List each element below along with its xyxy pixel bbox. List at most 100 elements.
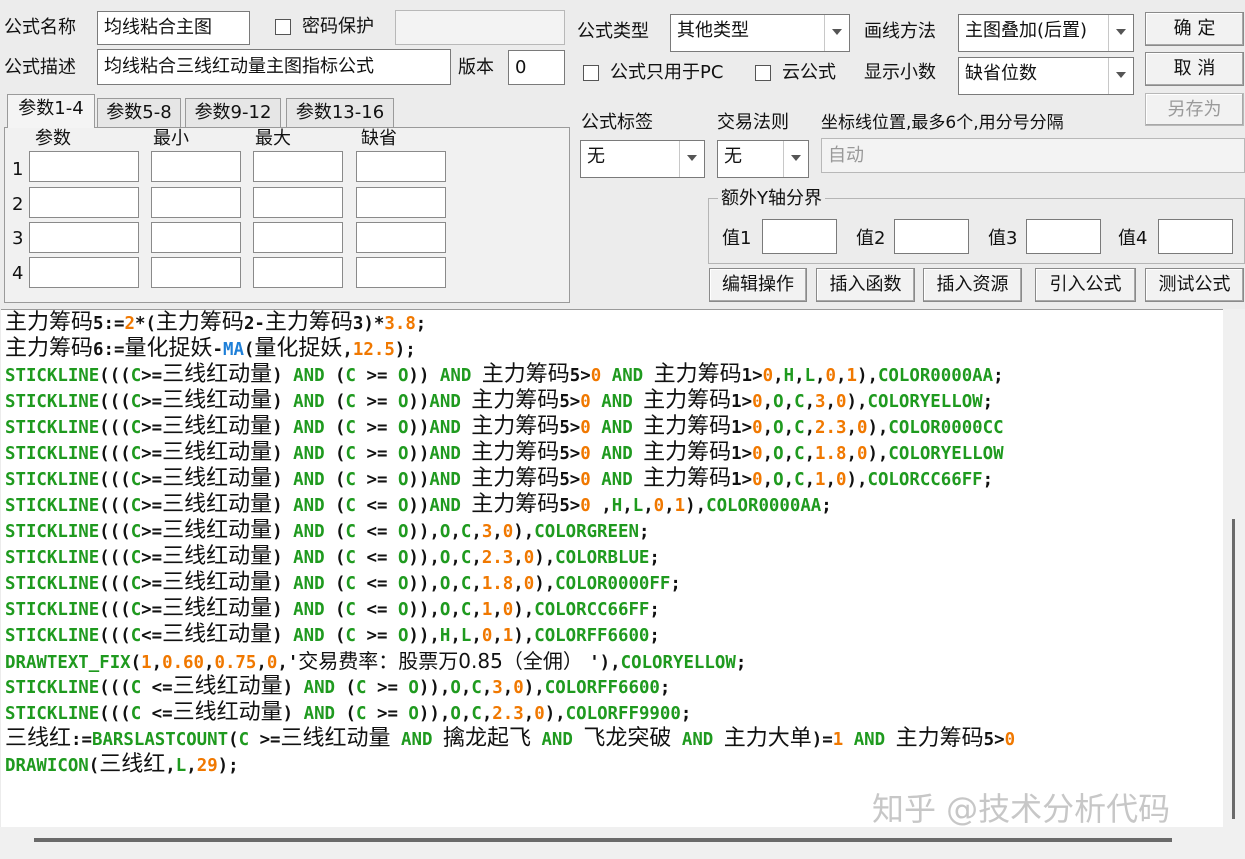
yaxis-value4-input[interactable]: [1158, 219, 1233, 254]
cloud-formula-label: 云公式: [782, 62, 836, 83]
code-line[interactable]: STICKLINE(((C>=三线红动量) AND (C >= O)) AND …: [5, 362, 1004, 388]
insert-resource-button[interactable]: 插入资源: [923, 268, 1022, 302]
yaxis-value1-input[interactable]: [762, 219, 837, 254]
param-max-input[interactable]: [253, 222, 343, 253]
param-default-input[interactable]: [356, 187, 446, 218]
decimals-value: 缺省位数: [965, 63, 1037, 84]
code-line[interactable]: STICKLINE(((C <=三线红动量) AND (C >= O)),O,C…: [5, 674, 670, 700]
code-line[interactable]: STICKLINE(((C>=三线红动量) AND (C >= O))AND 主…: [5, 466, 993, 492]
version-label: 版本: [458, 57, 494, 78]
draw-method-label: 画线方法: [864, 21, 936, 42]
formula-desc-label: 公式描述: [4, 57, 76, 78]
formula-tag-select[interactable]: 无: [580, 140, 705, 178]
insert-function-button[interactable]: 插入函数: [816, 268, 915, 302]
cancel-button[interactable]: 取 消: [1145, 52, 1244, 86]
pc-only-checkbox[interactable]: [583, 65, 599, 81]
param-header-max: 最大: [255, 128, 291, 149]
tab-params-9-12[interactable]: 参数9-12: [185, 98, 281, 128]
code-line[interactable]: STICKLINE(((C>=三线红动量) AND (C <= O)),O,C,…: [5, 544, 660, 570]
param-header-name: 参数: [35, 128, 71, 149]
decimals-select[interactable]: 缺省位数: [958, 57, 1134, 95]
chevron-down-icon[interactable]: [783, 141, 808, 177]
code-line[interactable]: STICKLINE(((C>=三线红动量) AND (C <= O))AND 主…: [5, 492, 832, 518]
param-name-input[interactable]: [29, 187, 139, 218]
chevron-down-icon[interactable]: [1108, 58, 1133, 94]
extra-yaxis-group-label: 额外Y轴分界: [718, 188, 825, 210]
code-line[interactable]: STICKLINE(((C>=三线红动量) AND (C <= O)),O,C,…: [5, 518, 649, 544]
formula-type-label: 公式类型: [577, 21, 649, 42]
formula-tag-value: 无: [587, 146, 605, 167]
code-line[interactable]: 主力筹码6:=量化捉妖-MA(量化捉妖,12.5);: [5, 336, 416, 362]
formula-name-input[interactable]: 均线粘合主图: [97, 11, 250, 45]
test-formula-button[interactable]: 测试公式: [1145, 268, 1244, 302]
save-as-button[interactable]: 另存为: [1145, 93, 1244, 126]
scrollbar-thumb[interactable]: [1232, 519, 1235, 819]
axis-position-label: 坐标线位置,最多6个,用分号分隔: [821, 113, 1064, 133]
password-protect-checkbox[interactable]: [275, 19, 291, 35]
code-line[interactable]: STICKLINE(((C>=三线红动量) AND (C <= O)),O,C,…: [5, 596, 660, 622]
yaxis-value3-input[interactable]: [1026, 219, 1101, 254]
param-row-number: 4: [12, 263, 24, 284]
code-line[interactable]: STICKLINE(((C <=三线红动量) AND (C >= O)),O,C…: [5, 700, 691, 726]
param-min-input[interactable]: [151, 187, 241, 218]
vertical-scrollbar[interactable]: [1223, 309, 1245, 827]
yaxis-value3-label: 值3: [988, 228, 1018, 249]
yaxis-value1-label: 值1: [722, 228, 752, 249]
param-row-number: 1: [12, 159, 24, 180]
tab-params-1-4[interactable]: 参数1-4: [7, 94, 95, 128]
chevron-down-icon[interactable]: [679, 141, 704, 177]
param-min-input[interactable]: [151, 257, 241, 288]
param-name-input[interactable]: [29, 257, 139, 288]
param-row-number: 3: [12, 228, 24, 249]
pc-only-label: 公式只用于PC: [610, 62, 724, 83]
formula-desc-input[interactable]: 均线粘合三线红动量主图指标公式: [97, 49, 451, 85]
decimals-label: 显示小数: [864, 62, 936, 83]
code-line[interactable]: 主力筹码5:=2*(主力筹码2-主力筹码3)*3.8;: [5, 310, 426, 336]
code-line[interactable]: STICKLINE(((C>=三线红动量) AND (C <= O)),O,C,…: [5, 570, 681, 596]
param-default-input[interactable]: [356, 257, 446, 288]
code-line[interactable]: 三线红:=BARSLASTCOUNT(C >=三线红动量 AND 擒龙起飞 AN…: [5, 726, 1015, 752]
param-max-input[interactable]: [253, 151, 343, 182]
code-line[interactable]: DRAWICON(三线红,L,29);: [5, 752, 239, 778]
axis-position-input[interactable]: 自动: [821, 138, 1245, 173]
yaxis-value2-input[interactable]: [894, 219, 969, 254]
param-header-default: 缺省: [361, 128, 397, 149]
trade-rule-select[interactable]: 无: [717, 140, 809, 178]
formula-tag-label: 公式标签: [581, 112, 653, 133]
draw-method-select[interactable]: 主图叠加(后置): [958, 14, 1134, 52]
code-line[interactable]: STICKLINE(((C<=三线红动量) AND (C >= O)),H,L,…: [5, 622, 660, 648]
param-row-number: 2: [12, 194, 24, 215]
ok-button[interactable]: 确 定: [1145, 12, 1244, 46]
param-min-input[interactable]: [151, 151, 241, 182]
chevron-down-icon[interactable]: [824, 15, 849, 51]
code-line[interactable]: DRAWTEXT_FIX(1,0.60,0.75,0,'交易费率：股票万0.85…: [5, 648, 746, 674]
param-default-input[interactable]: [356, 151, 446, 182]
trade-rule-value: 无: [724, 146, 742, 167]
param-default-input[interactable]: [356, 222, 446, 253]
formula-type-value: 其他类型: [677, 20, 749, 41]
tab-params-13-16[interactable]: 参数13-16: [286, 98, 394, 128]
param-name-input[interactable]: [29, 222, 139, 253]
version-input[interactable]: 0: [508, 50, 565, 85]
horizontal-scrollbar[interactable]: [0, 827, 1245, 859]
trade-rule-label: 交易法则: [717, 112, 789, 133]
code-line[interactable]: STICKLINE(((C>=三线红动量) AND (C >= O))AND 主…: [5, 414, 1004, 440]
scrollbar-thumb[interactable]: [34, 838, 1172, 842]
formula-type-select[interactable]: 其他类型: [670, 14, 850, 52]
code-line[interactable]: STICKLINE(((C>=三线红动量) AND (C >= O))AND 主…: [5, 388, 993, 414]
chevron-down-icon[interactable]: [1108, 15, 1133, 51]
password-input: [395, 10, 565, 45]
param-min-input[interactable]: [151, 222, 241, 253]
import-formula-button[interactable]: 引入公式: [1035, 268, 1136, 302]
code-editor[interactable]: 主力筹码5:=2*(主力筹码2-主力筹码3)*3.8; 主力筹码6:=量化捉妖-M…: [1, 309, 1223, 828]
param-max-input[interactable]: [253, 187, 343, 218]
param-header-min: 最小: [153, 128, 189, 149]
edit-operations-button[interactable]: 编辑操作: [709, 268, 807, 302]
formula-name-label: 公式名称: [4, 17, 76, 38]
tab-params-5-8[interactable]: 参数5-8: [97, 98, 181, 128]
cloud-formula-checkbox[interactable]: [755, 65, 771, 81]
code-line[interactable]: STICKLINE(((C>=三线红动量) AND (C >= O))AND 主…: [5, 440, 1004, 466]
params-panel: 参数 最小 最大 缺省 1 2 3 4: [4, 127, 570, 303]
param-name-input[interactable]: [29, 151, 139, 182]
param-max-input[interactable]: [253, 257, 343, 288]
